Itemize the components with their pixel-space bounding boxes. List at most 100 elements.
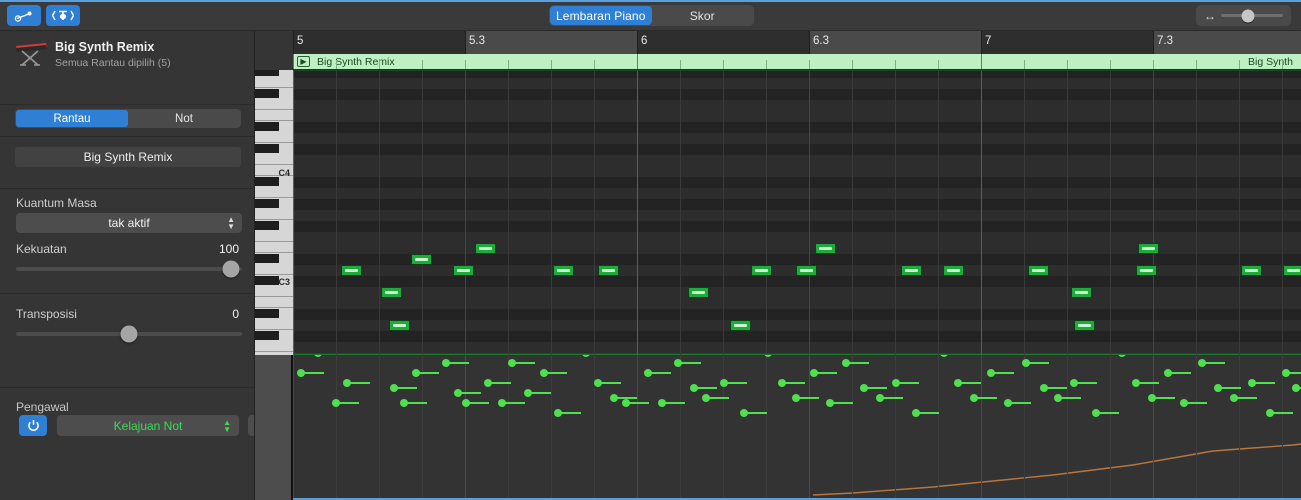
velocity-event-dot[interactable] [1092,409,1100,417]
velocity-event[interactable] [703,394,733,402]
velocity-event[interactable] [955,379,985,387]
velocity-event-dot[interactable] [1282,369,1290,377]
piano-roll-note[interactable] [688,287,709,298]
velocity-event[interactable] [1119,355,1149,357]
velocity-event[interactable] [913,409,943,417]
velocity-event[interactable] [971,394,1001,402]
piano-roll-note[interactable] [901,265,922,276]
velocity-event[interactable] [583,355,613,357]
velocity-event-dot[interactable] [594,379,602,387]
velocity-event-dot[interactable] [540,369,548,377]
velocity-event-dot[interactable] [484,379,492,387]
velocity-event-dot[interactable] [912,409,920,417]
velocity-event[interactable] [413,369,443,377]
velocity-event-dot[interactable] [1132,379,1140,387]
region-strip[interactable]: ▶ Big Synth Remix Big Synth R [293,54,1301,70]
velocity-event[interactable] [525,389,555,397]
velocity-event-dot[interactable] [508,359,516,367]
velocity-event[interactable] [499,399,529,407]
velocity-event[interactable] [1005,399,1035,407]
piano-roll-note[interactable] [411,254,432,265]
segment-note[interactable]: Not [128,110,240,127]
piano-white-key[interactable] [255,231,293,242]
region-name-field[interactable]: Big Synth Remix [15,147,241,167]
piano-roll-note[interactable] [1028,265,1049,276]
velocity-event[interactable] [1231,394,1261,402]
piano-black-key[interactable] [255,276,279,285]
velocity-event-dot[interactable] [1070,379,1078,387]
velocity-event-dot[interactable] [860,384,868,392]
velocity-event[interactable] [455,389,485,397]
velocity-tool-button[interactable] [7,5,41,26]
velocity-event-dot[interactable] [826,399,834,407]
velocity-event-dot[interactable] [892,379,900,387]
velocity-event-dot[interactable] [720,379,728,387]
velocity-event[interactable] [779,379,809,387]
velocity-event-dot[interactable] [297,369,305,377]
velocity-event[interactable] [721,379,751,387]
velocity-event[interactable] [1267,409,1297,417]
velocity-event-dot[interactable] [778,379,786,387]
transpose-slider[interactable] [16,332,242,336]
piano-roll-note[interactable] [1074,320,1095,331]
zoom-slider-knob[interactable] [1242,9,1255,22]
piano-roll-note[interactable] [453,265,474,276]
velocity-event-dot[interactable] [610,394,618,402]
piano-white-key[interactable] [255,209,293,220]
velocity-event[interactable] [1199,359,1229,367]
piano-black-key[interactable] [255,177,279,186]
velocity-event-dot[interactable] [412,369,420,377]
piano-roll-note[interactable] [598,265,619,276]
velocity-event-dot[interactable] [876,394,884,402]
piano-black-key[interactable] [255,70,279,76]
velocity-event-dot[interactable] [970,394,978,402]
velocity-event-dot[interactable] [314,355,322,357]
velocity-event[interactable] [741,409,771,417]
transpose-slider-knob[interactable] [121,326,138,343]
velocity-event-dot[interactable] [582,355,590,357]
piano-white-key[interactable] [255,264,293,275]
velocity-event[interactable] [893,379,923,387]
piano-white-key[interactable] [255,132,293,143]
velocity-event-dot[interactable] [462,399,470,407]
velocity-event[interactable] [315,355,345,357]
piano-white-key[interactable] [255,242,293,253]
velocity-event[interactable] [344,379,374,387]
velocity-event[interactable] [675,359,705,367]
piano-roll-note[interactable] [1138,243,1159,254]
velocity-event[interactable] [1249,379,1279,387]
velocity-event[interactable] [988,369,1018,377]
velocity-event[interactable] [1093,409,1123,417]
piano-roll-note[interactable] [796,265,817,276]
velocity-event-dot[interactable] [987,369,995,377]
velocity-event-dot[interactable] [1230,394,1238,402]
piano-black-key[interactable] [255,309,279,318]
velocity-event-dot[interactable] [842,359,850,367]
velocity-event[interactable] [391,384,421,392]
velocity-event[interactable] [595,379,625,387]
velocity-event-dot[interactable] [1004,399,1012,407]
velocity-event[interactable] [691,384,721,392]
velocity-event[interactable] [861,384,891,392]
piano-roll-note[interactable] [943,265,964,276]
velocity-event-dot[interactable] [524,389,532,397]
velocity-event[interactable] [541,369,571,377]
piano-white-key[interactable] [255,286,293,297]
strength-slider-knob[interactable] [222,261,239,278]
velocity-event[interactable] [659,399,689,407]
piano-roll-note[interactable] [1283,265,1301,276]
velocity-event-dot[interactable] [792,394,800,402]
note-separate-tool-button[interactable] [46,5,80,26]
velocity-event[interactable] [1283,369,1301,377]
velocity-event-dot[interactable] [343,379,351,387]
velocity-event[interactable] [333,399,363,407]
velocity-event-dot[interactable] [454,389,462,397]
velocity-lane[interactable] [293,355,1301,498]
piano-white-key[interactable] [255,154,293,165]
velocity-event-dot[interactable] [332,399,340,407]
velocity-event[interactable] [1055,394,1085,402]
velocity-event-dot[interactable] [940,355,948,357]
piano-roll-note[interactable] [730,320,751,331]
piano-roll-note[interactable] [751,265,772,276]
velocity-event-dot[interactable] [1180,399,1188,407]
